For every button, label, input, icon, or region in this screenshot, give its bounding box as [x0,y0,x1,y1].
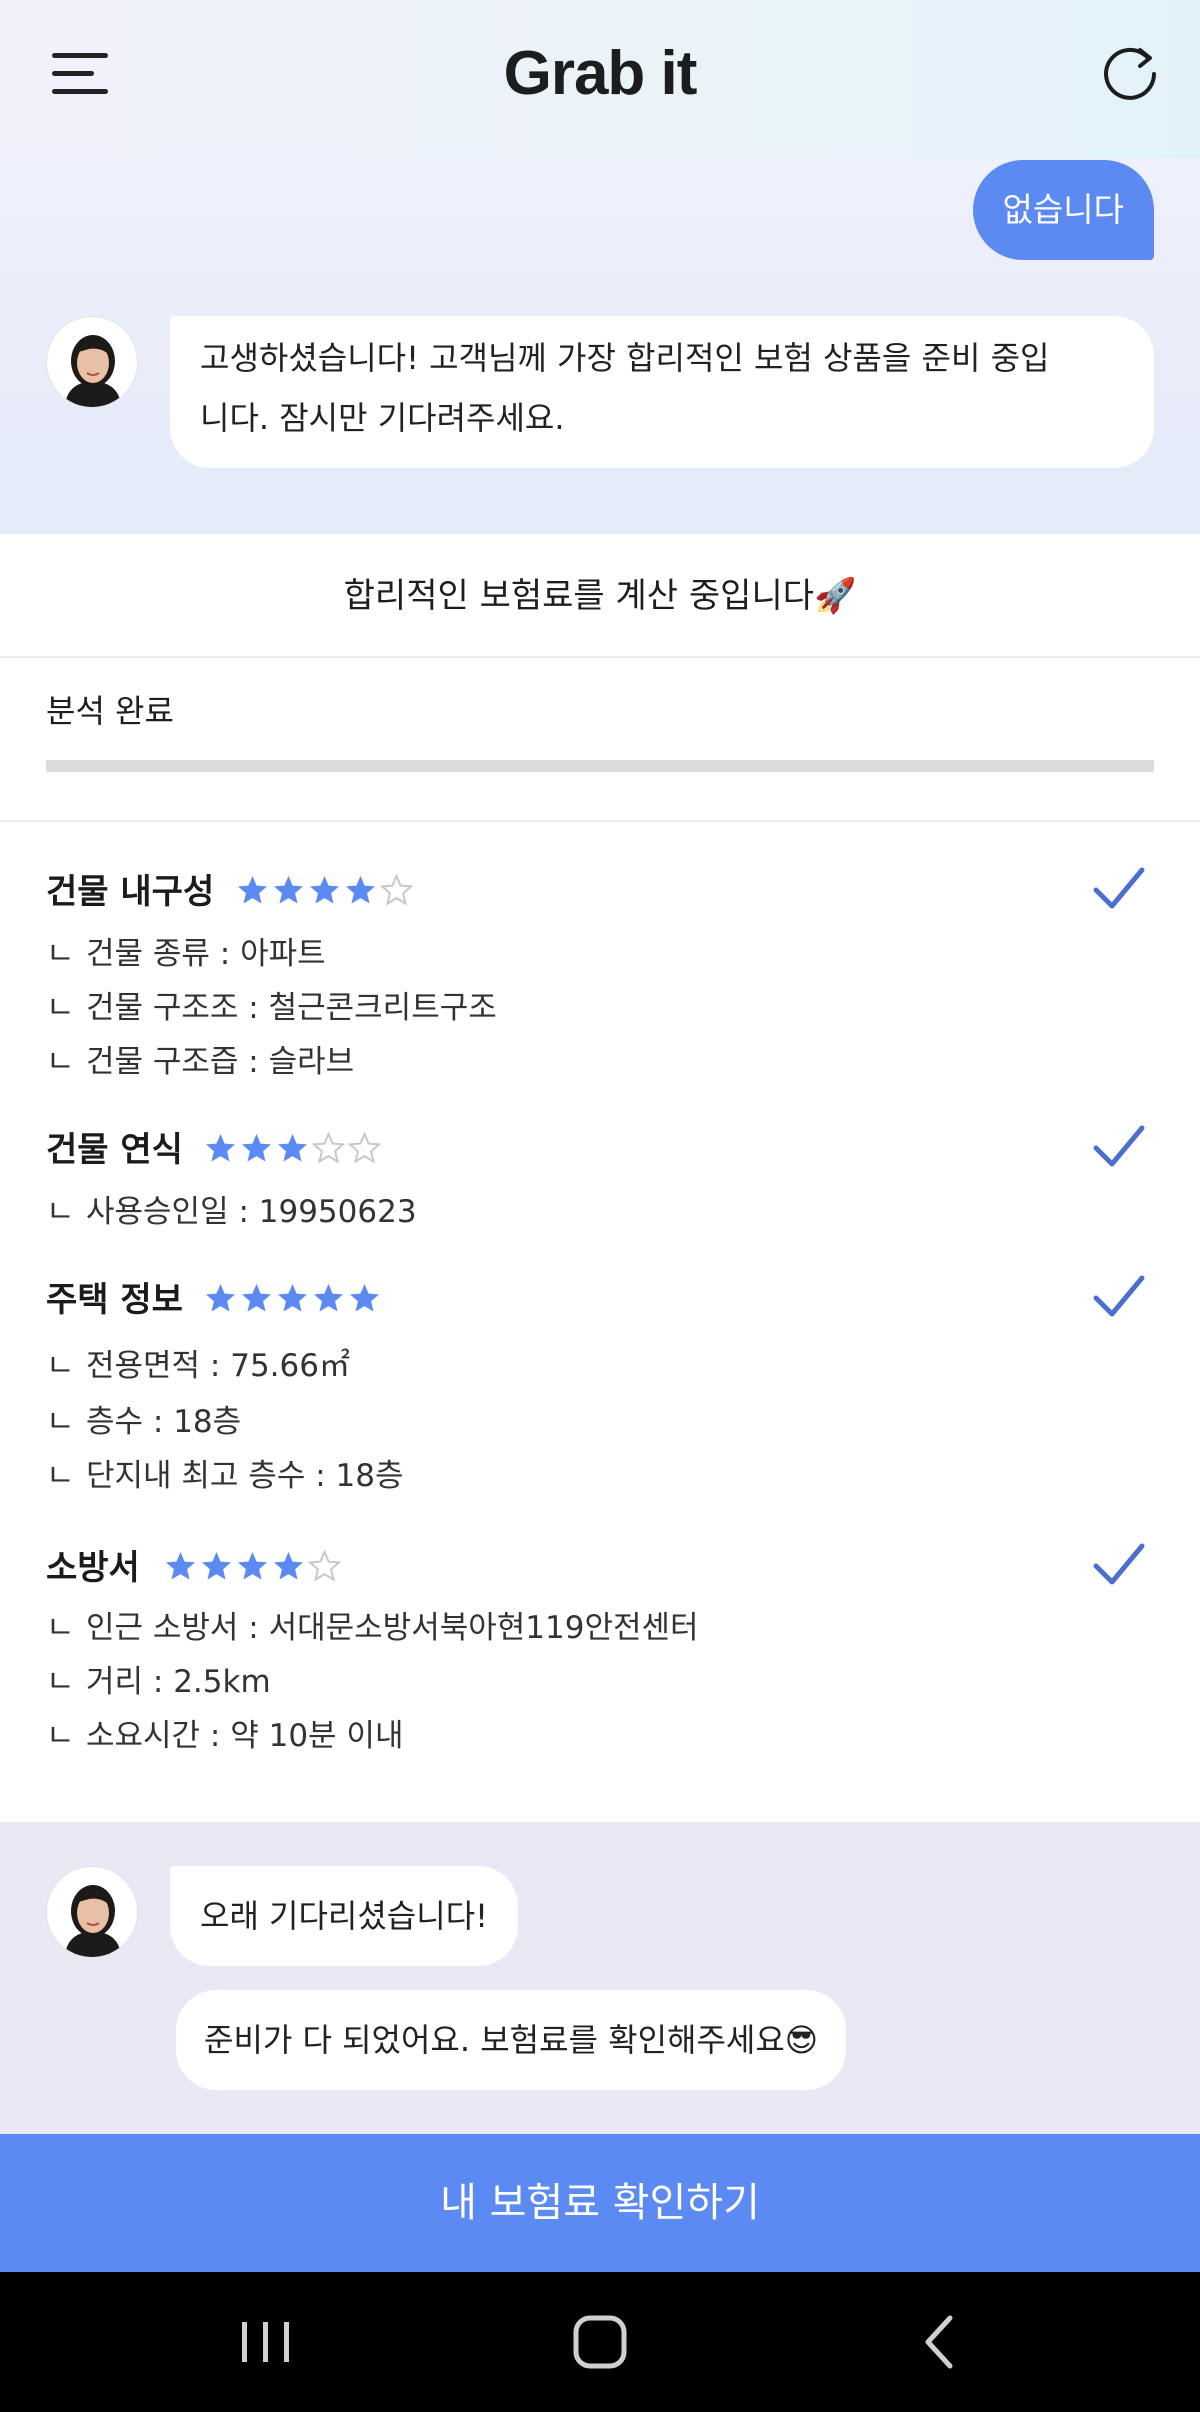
progress-bar [46,760,1154,772]
detail-row: ㄴ 거리 : 2.5km [46,1664,271,1700]
detail-prefix: ㄴ [46,1458,75,1494]
bot-message-line: 고생하셨습니다! 고객님께 가장 합리적인 보험 상품을 준비 중입 [200,339,1050,377]
star-rating [204,1132,381,1168]
analysis-progress: 분석 완료 [0,660,1200,822]
star-filled-icon [242,1284,271,1312]
star-filled-icon [346,876,375,904]
analysis-sections: 건물 내구성 ㄴ 건물 종류 : 아파트 ㄴ 건물 구조조 : 철근콘크리트구조 ㄴ… [0,824,1200,1822]
star-filled-icon [310,876,339,904]
home-icon[interactable] [530,2272,670,2412]
detail-row: ㄴ 소요시간 : 약 10분 이내 [46,1718,404,1754]
detail-prefix: ㄴ [46,1404,75,1440]
check-icon [1093,1275,1145,1317]
detail-row: ㄴ 전용면적 : 75.66㎡ [46,1348,350,1384]
avatar [46,316,138,408]
star-rating [236,874,413,910]
system-navigation-bar [0,2272,1200,2412]
bot-message-line: 니다. 잠시만 기다려주세요. [200,399,565,437]
section-title: 주택 정보 [46,1280,183,1320]
star-filled-icon [238,876,267,904]
detail-row: ㄴ 단지내 최고 층수 : 18층 [46,1458,404,1494]
detail-prefix: ㄴ [46,1194,75,1230]
star-filled-icon [202,1552,231,1580]
star-filled-icon [206,1284,235,1312]
section-title: 건물 연식 [46,1130,183,1170]
detail-prefix: ㄴ [46,1610,75,1646]
detail-row: ㄴ 층수 : 18층 [46,1404,242,1440]
star-filled-icon [278,1284,307,1312]
detail-prefix: ㄴ [46,936,75,972]
detail-row: ㄴ 인근 소방서 : 서대문소방서북아현119안전센터 [46,1610,699,1646]
section-title: 건물 내구성 [46,872,215,912]
star-empty-icon [308,1550,341,1582]
recent-apps-icon[interactable] [196,2272,336,2412]
bot-message-bubble: 고생하셨습니다! 고객님께 가장 합리적인 보험 상품을 준비 중입 니다. 잠… [170,316,1154,468]
bot-message-bubble: 오래 기다리셨습니다! [170,1866,518,1966]
star-filled-icon [274,876,303,904]
detail-prefix: ㄴ [46,990,75,1026]
detail-prefix: ㄴ [46,1718,75,1754]
section-title: 소방서 [46,1548,140,1588]
detail-prefix: ㄴ [46,1664,75,1700]
detail-row: ㄴ 사용승인일 : 19950623 [46,1194,417,1230]
star-filled-icon [242,1134,271,1162]
star-empty-icon [312,1132,345,1164]
star-empty-icon [380,874,413,906]
user-message-bubble: 없습니다 [972,160,1154,260]
star-filled-icon [274,1552,303,1580]
check-icon [1093,867,1145,909]
star-filled-icon [314,1284,343,1312]
chat-area-bottom: 오래 기다리셨습니다! 준비가 다 되었어요. 보험료를 확인해주세요😎 [0,1822,1200,2134]
star-filled-icon [238,1552,267,1580]
detail-prefix: ㄴ [46,1044,75,1080]
progress-fill [46,760,1154,772]
calculation-status-title: 합리적인 보험료를 계산 중입니다🚀 [0,534,1200,658]
star-filled-icon [206,1134,235,1162]
detail-prefix: ㄴ [46,1348,75,1384]
star-rating [164,1550,341,1586]
analysis-label: 분석 완료 [46,692,174,730]
bot-message-bubble: 준비가 다 되었어요. 보험료를 확인해주세요😎 [176,1990,847,2090]
detail-row: ㄴ 건물 구조조 : 철근콘크리트구조 [46,990,497,1026]
star-filled-icon [350,1284,379,1312]
star-rating [204,1282,381,1318]
detail-row: ㄴ 건물 종류 : 아파트 [46,936,326,972]
star-filled-icon [278,1134,307,1162]
app-header: Grab it [0,0,1200,158]
check-icon [1093,1125,1145,1167]
chat-area: 없습니다 고생하셨습니다! 고객님께 가장 합리적인 보험 상품을 준비 중입 … [0,158,1200,534]
app-logo: Grab it [503,39,698,108]
detail-row: ㄴ 건물 구조즙 : 슬라브 [46,1044,355,1080]
refresh-icon[interactable] [1100,44,1160,104]
star-filled-icon [166,1552,195,1580]
check-icon [1093,1543,1145,1585]
avatar [46,1866,138,1958]
star-empty-icon [348,1132,381,1164]
back-icon[interactable] [866,2272,1006,2412]
check-premium-button[interactable]: 내 보험료 확인하기 [0,2134,1200,2272]
